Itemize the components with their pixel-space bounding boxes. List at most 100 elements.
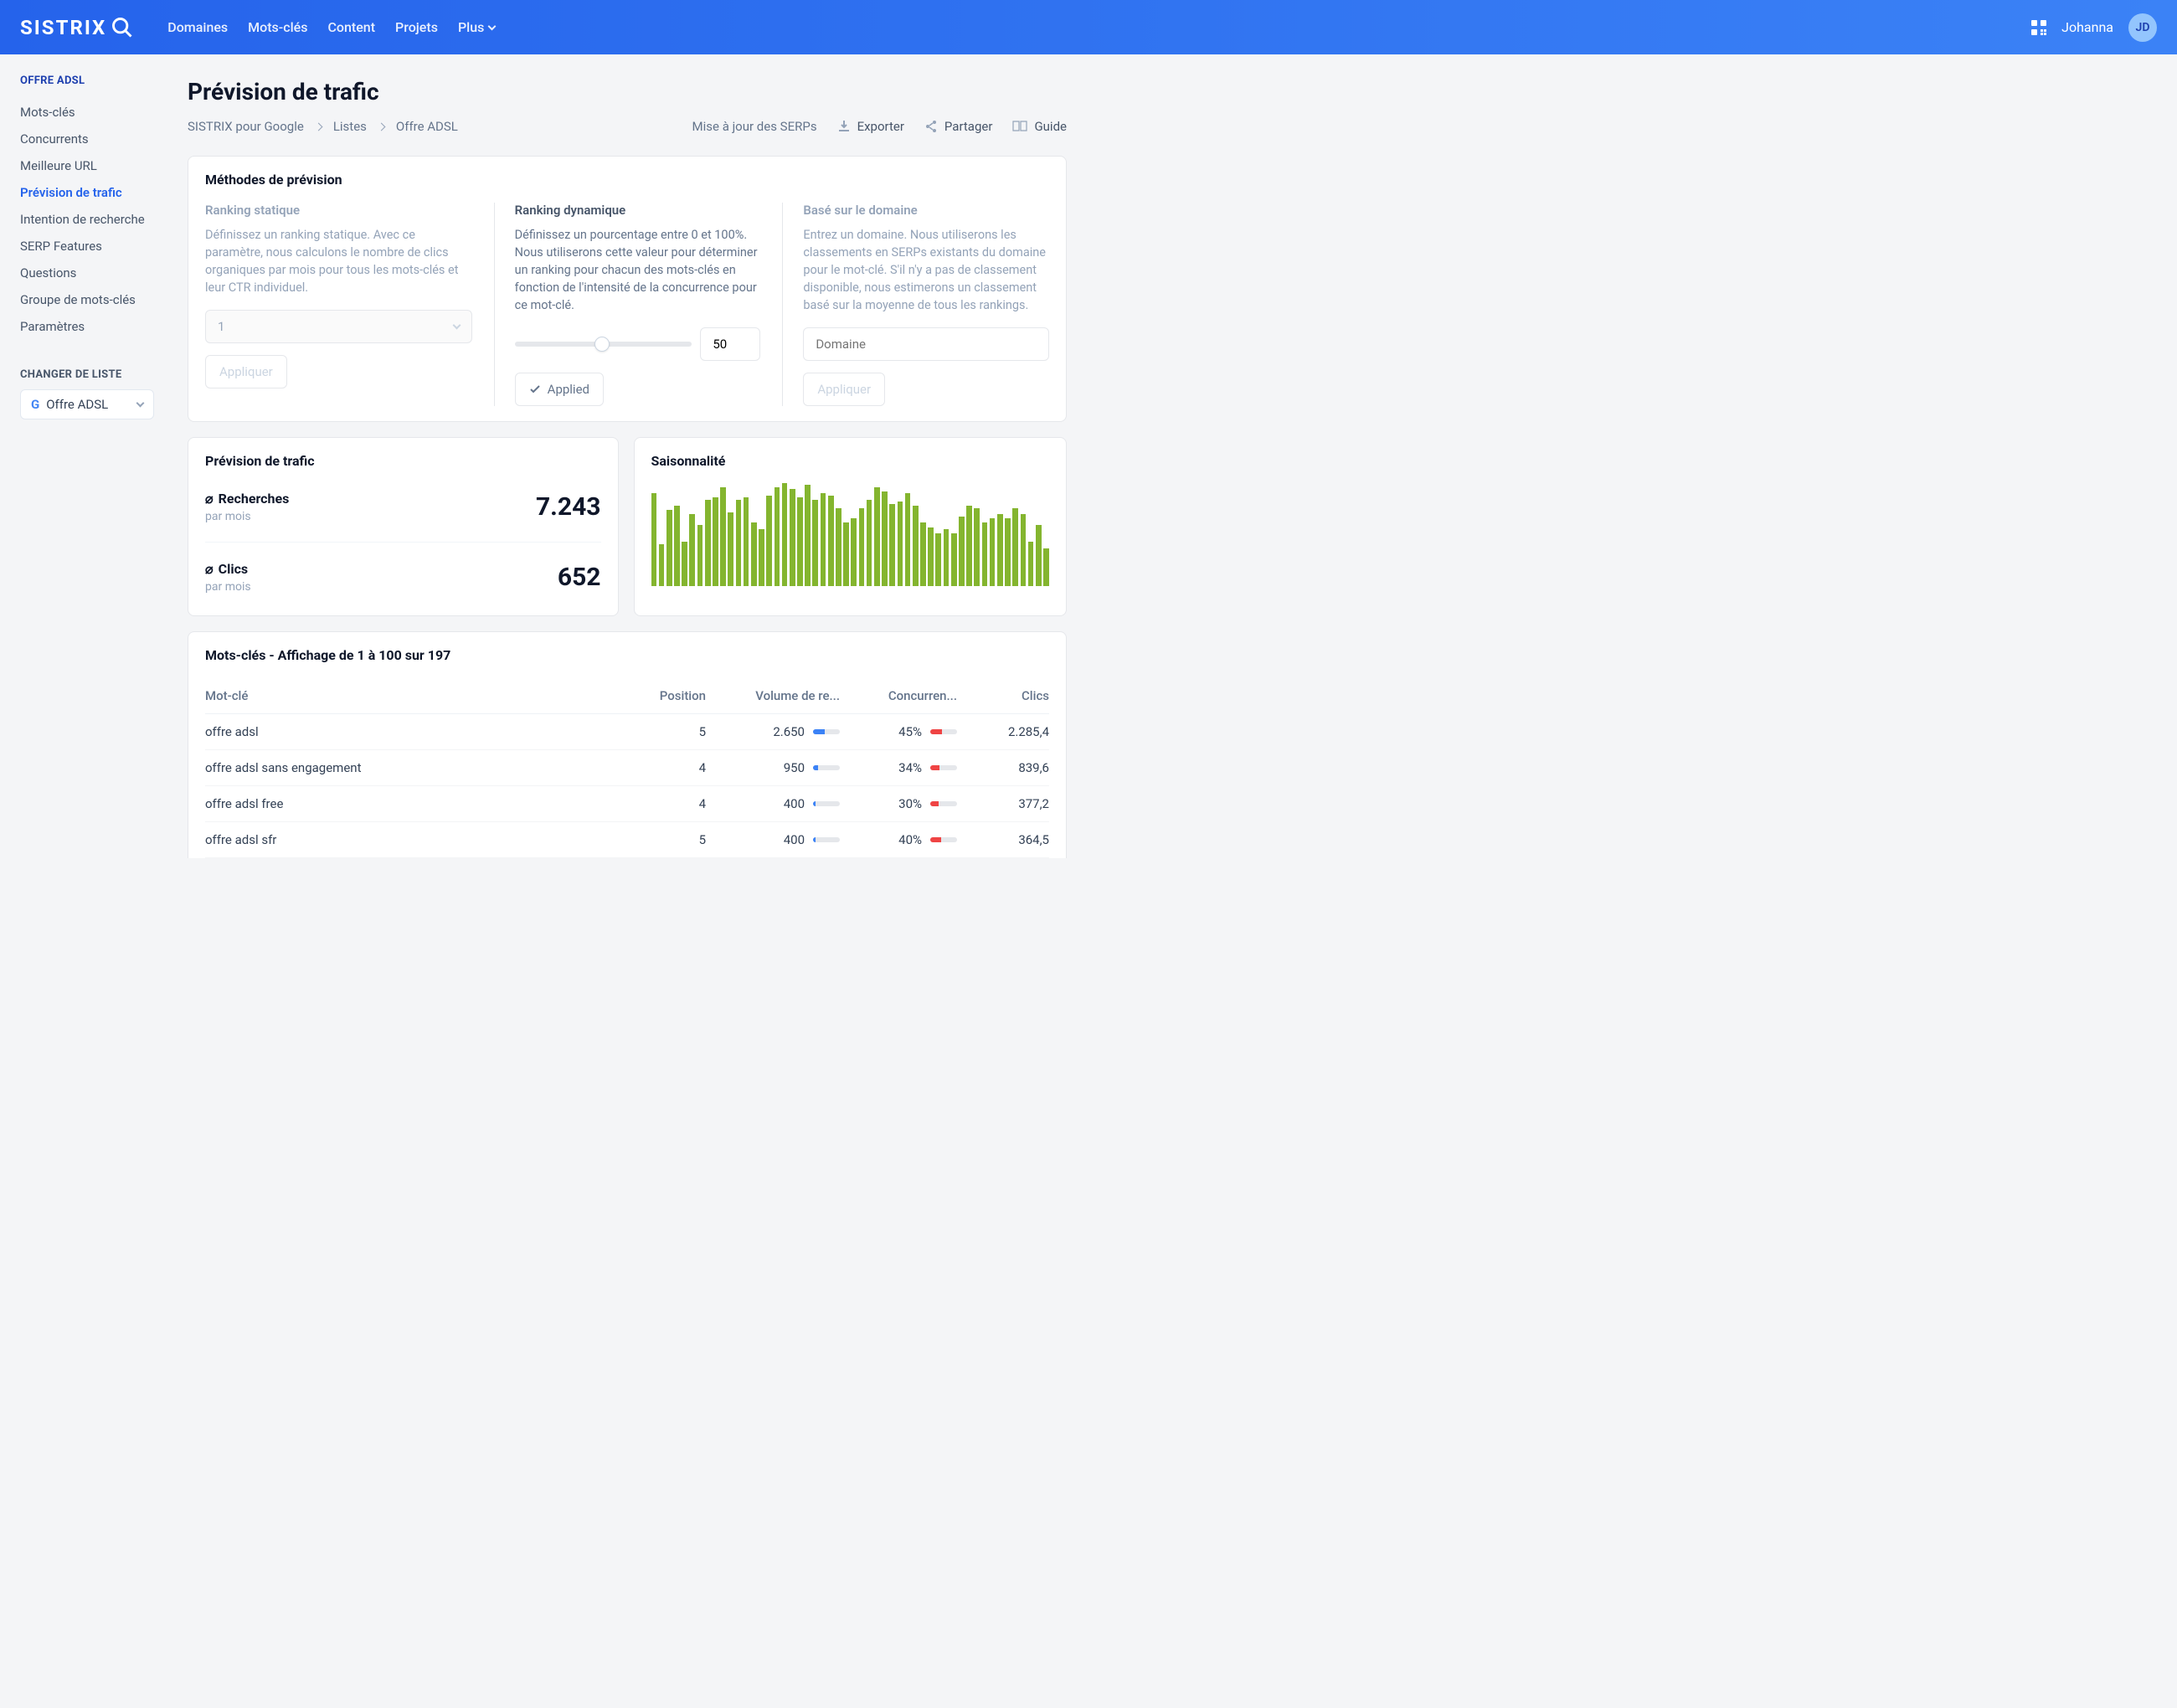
chevron-down-icon [488, 22, 497, 30]
logo[interactable]: SISTRIX [20, 16, 134, 39]
guide-button[interactable]: Guide [1012, 119, 1067, 134]
method-dynamic-title: Ranking dynamique [515, 203, 761, 218]
season-bar [928, 527, 934, 587]
table-title: Mots-clés - Affichage de 1 à 100 sur 197 [205, 647, 1049, 663]
sidebar-item-serp-features[interactable]: SERP Features [20, 233, 176, 260]
th-volume[interactable]: Volume de re... [706, 678, 840, 714]
seasonality-chart [651, 481, 1050, 586]
dynamic-value-input[interactable] [700, 327, 760, 361]
searches-label: Recherches [219, 491, 290, 507]
season-bar [982, 522, 988, 586]
nav-projets[interactable]: Projets [395, 19, 438, 35]
season-bar [905, 493, 911, 586]
export-button[interactable]: Exporter [837, 119, 904, 134]
nav-domaines[interactable]: Domaines [167, 19, 228, 35]
username[interactable]: Johanna [2061, 19, 2113, 35]
domain-input[interactable] [803, 327, 1049, 361]
season-bar [1043, 548, 1049, 586]
searches-value: 7.243 [536, 492, 601, 522]
slider-thumb[interactable] [594, 337, 610, 352]
sidebar-item-groupe[interactable]: Groupe de mots-clés [20, 286, 176, 313]
keywords-table: Mot-clé Position Volume de re... Concurr… [205, 678, 1049, 858]
check-icon [529, 383, 541, 395]
season-bar [713, 497, 718, 586]
static-apply-button[interactable]: Appliquer [205, 355, 287, 388]
th-clicks[interactable]: Clics [957, 678, 1049, 714]
season-bar [751, 522, 757, 586]
google-icon: G [31, 397, 39, 412]
season-bar [966, 506, 972, 586]
table-row[interactable]: offre adsl 5 2.650 45% 2.285,4 [205, 714, 1049, 750]
season-bar [766, 496, 772, 586]
keywords-table-card: Mots-clés - Affichage de 1 à 100 sur 197… [188, 631, 1067, 858]
list-selector[interactable]: G Offre ADSL [20, 389, 154, 419]
forecast-title: Prévision de trafic [205, 453, 601, 469]
season-bar [1028, 542, 1034, 586]
cell-volume: 950 [706, 750, 840, 786]
cell-clicks: 377,2 [957, 786, 1049, 822]
sidebar-item-mots-cles[interactable]: Mots-clés [20, 99, 176, 126]
page-title: Prévision de trafic [188, 78, 1067, 105]
cell-volume: 400 [706, 822, 840, 858]
method-static-title: Ranking statique [205, 203, 472, 218]
method-domain-desc: Entrez un domaine. Nous utiliserons les … [803, 226, 1049, 314]
method-domain: Basé sur le domaine Entrez un domaine. N… [782, 203, 1049, 406]
metric-searches: ⌀Recherches par mois 7.243 [205, 484, 601, 530]
dynamic-slider[interactable] [515, 342, 692, 347]
th-position[interactable]: Position [630, 678, 706, 714]
season-bar [775, 487, 780, 586]
sidebar-item-parametres[interactable]: Paramètres [20, 313, 176, 340]
static-rank-select[interactable]: 1 [205, 310, 472, 343]
cell-position: 4 [630, 786, 706, 822]
table-row[interactable]: offre adsl sfr 5 400 40% 364,5 [205, 822, 1049, 858]
season-bar [697, 525, 703, 586]
metric-clicks: ⌀Clics par mois 652 [205, 542, 601, 600]
breadcrumb-item[interactable]: SISTRIX pour Google [188, 119, 304, 134]
breadcrumb-row: SISTRIX pour Google Listes Offre ADSL Mi… [188, 119, 1067, 134]
chevron-down-icon [136, 399, 145, 408]
cell-position: 5 [630, 822, 706, 858]
season-bar [790, 489, 795, 586]
apps-icon[interactable] [2031, 20, 2046, 35]
th-keyword[interactable]: Mot-clé [205, 678, 630, 714]
season-bar [759, 529, 764, 586]
season-bar [812, 500, 818, 586]
nav-content[interactable]: Content [327, 19, 375, 35]
table-row[interactable]: offre adsl free 4 400 30% 377,2 [205, 786, 1049, 822]
nav-plus[interactable]: Plus [458, 19, 495, 35]
cell-clicks: 2.285,4 [957, 714, 1049, 750]
domain-apply-button[interactable]: Appliquer [803, 373, 885, 406]
cell-keyword: offre adsl sans engagement [205, 750, 630, 786]
season-bar [920, 522, 926, 586]
season-bar [944, 529, 950, 586]
sidebar-item-meilleure-url[interactable]: Meilleure URL [20, 152, 176, 179]
breadcrumb-item[interactable]: Offre ADSL [396, 119, 458, 134]
season-bar [720, 487, 726, 586]
clicks-value: 652 [558, 563, 601, 592]
page-actions: Mise à jour des SERPs Exporter Partager … [692, 119, 1067, 134]
table-row[interactable]: offre adsl sans engagement 4 950 34% 839… [205, 750, 1049, 786]
sidebar-item-intention[interactable]: Intention de recherche [20, 206, 176, 233]
cell-keyword: offre adsl [205, 714, 630, 750]
share-button[interactable]: Partager [924, 119, 993, 134]
sidebar-item-concurrents[interactable]: Concurrents [20, 126, 176, 152]
season-bar [736, 500, 742, 586]
seasonality-card: Saisonnalité [634, 437, 1068, 616]
avatar[interactable]: JD [2128, 13, 2157, 42]
sidebar-item-prevision[interactable]: Prévision de trafic [20, 179, 176, 206]
season-bar [666, 510, 672, 586]
average-icon: ⌀ [205, 491, 214, 507]
season-bar [1021, 514, 1027, 586]
th-competition[interactable]: Concurren... [840, 678, 957, 714]
share-icon [924, 120, 938, 133]
season-bar [728, 512, 733, 586]
sidebar-list: Mots-clés Concurrents Meilleure URL Prév… [20, 99, 176, 340]
sidebar-item-questions[interactable]: Questions [20, 260, 176, 286]
cell-position: 5 [630, 714, 706, 750]
serp-update-link[interactable]: Mise à jour des SERPs [692, 119, 817, 134]
dynamic-applied-button[interactable]: Applied [515, 373, 604, 406]
breadcrumb-item[interactable]: Listes [333, 119, 367, 134]
season-bar [828, 496, 834, 586]
season-bar [843, 522, 849, 586]
nav-mots-cles[interactable]: Mots-clés [248, 19, 307, 35]
